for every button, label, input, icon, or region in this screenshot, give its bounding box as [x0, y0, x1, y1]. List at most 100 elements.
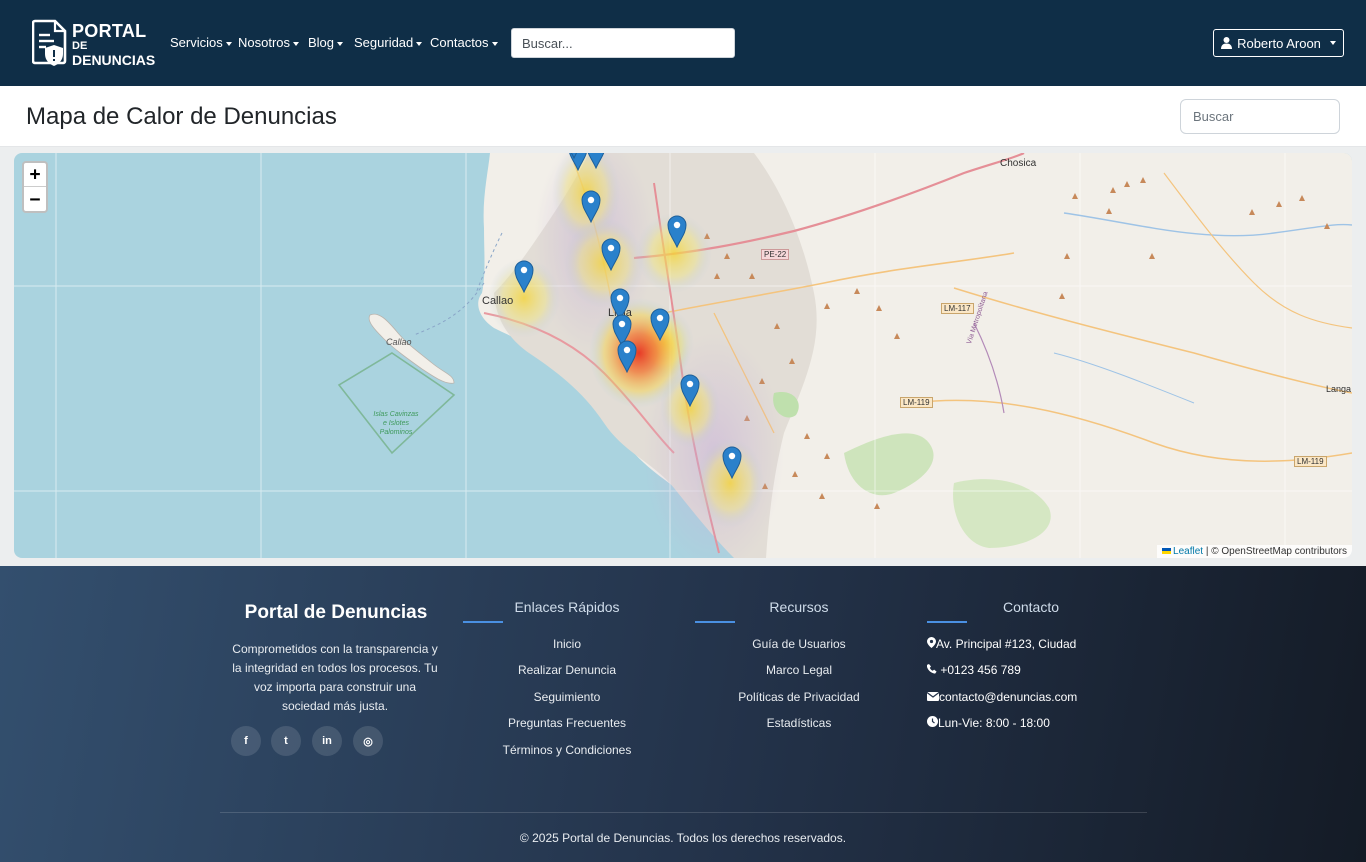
twitter-icon: t	[284, 735, 288, 747]
instagram-icon: ◎	[363, 735, 373, 748]
islands-line-3: Palominos	[379, 429, 413, 436]
page-title: Mapa de Calor de Denuncias	[26, 103, 337, 130]
phone-icon	[926, 664, 937, 674]
footer-link-seguimiento[interactable]: Seguimiento	[467, 690, 667, 704]
page-header: Mapa de Calor de Denuncias	[0, 86, 1366, 147]
divider-accent	[695, 621, 735, 623]
nav-contactos-label: Contactos	[430, 35, 489, 50]
user-menu-button[interactable]: Roberto Aroon	[1213, 29, 1344, 57]
contact-email-text: contacto@denuncias.com	[939, 690, 1078, 704]
map-pin-icon	[570, 153, 578, 160]
nav-blog[interactable]: Blog	[308, 35, 344, 50]
footer-link-estadisticas[interactable]: Estadísticas	[699, 716, 899, 730]
divider-accent	[927, 621, 967, 623]
chevron-down-icon	[293, 41, 300, 46]
route-shield-lm119: LM-119	[900, 397, 933, 408]
map-pin-icon	[601, 238, 621, 272]
map-marker[interactable]	[617, 339, 637, 374]
contact-address-text: Av. Principal #123, Ciudad	[936, 637, 1077, 651]
clock-icon	[927, 716, 938, 727]
quick-links-title: Enlaces Rápidos	[514, 599, 620, 615]
footer-link-inicio[interactable]: Inicio	[467, 637, 667, 651]
contact-address: Av. Principal #123, Ciudad	[927, 637, 1076, 651]
map-marker[interactable]	[667, 214, 687, 249]
nav-nosotros[interactable]: Nosotros	[238, 35, 300, 50]
leaflet-link[interactable]: Leaflet	[1173, 546, 1203, 557]
map-marker[interactable]	[722, 445, 742, 480]
contact-phone-text: +0123 456 789	[940, 663, 1021, 677]
top-navbar: PORTAL DE DENUNCIAS Servicios Nosotros B…	[0, 0, 1366, 86]
twitter-button[interactable]: t	[271, 726, 301, 756]
osm-attribution: | © OpenStreetMap contributors	[1205, 546, 1347, 557]
footer-brand: Portal de Denuncias	[244, 602, 428, 623]
linkedin-button[interactable]: in	[312, 726, 342, 756]
map-marker[interactable]	[514, 259, 534, 294]
contact-hours: Lun-Vie: 8:00 - 18:00	[927, 716, 1050, 730]
islands-line-2: e Islotes	[382, 420, 410, 427]
map-marker[interactable]	[601, 237, 621, 272]
footer-link-faq[interactable]: Preguntas Frecuentes	[467, 716, 667, 730]
instagram-button[interactable]: ◎	[353, 726, 383, 756]
chevron-down-icon	[225, 41, 232, 46]
logo-line-3: DENUNCIAS	[72, 52, 156, 68]
map-pin-icon	[927, 637, 936, 648]
nav-contactos[interactable]: Contactos	[430, 35, 498, 50]
map-marker[interactable]	[581, 189, 601, 224]
nav-blog-label: Blog	[308, 35, 335, 50]
portal-logo[interactable]: PORTAL DE DENUNCIAS	[31, 19, 155, 67]
footer-divider	[220, 812, 1147, 813]
map-pin-icon	[581, 190, 601, 224]
map-pin-icon	[722, 446, 742, 480]
nav-servicios[interactable]: Servicios	[170, 35, 232, 50]
map-pin-icon	[514, 260, 534, 294]
map-marker[interactable]	[680, 373, 700, 408]
contact-email: contacto@denuncias.com	[926, 690, 1078, 704]
footer-link-terminos[interactable]: Términos y Condiciones	[467, 743, 667, 757]
map-attribution: Leaflet | © OpenStreetMap contributors	[1157, 545, 1352, 558]
footer-link-guia[interactable]: Guía de Usuarios	[699, 637, 899, 651]
user-icon	[1221, 37, 1233, 49]
facebook-icon: f	[244, 735, 248, 747]
divider-accent	[463, 621, 503, 623]
map-label-callao-island: Callao	[386, 337, 412, 347]
user-name: Roberto Aroon	[1237, 35, 1321, 51]
zoom-control: + −	[22, 161, 48, 213]
map-marker[interactable]	[650, 307, 670, 342]
footer-link-realizar-denuncia[interactable]: Realizar Denuncia	[467, 663, 667, 677]
logo-line-2: DE	[72, 40, 88, 52]
chevron-down-icon	[1329, 41, 1336, 45]
ukraine-flag-icon	[1162, 548, 1172, 555]
chevron-down-icon	[416, 41, 423, 46]
zoom-in-button[interactable]: +	[24, 163, 46, 187]
map-label-chosica: Chosica	[1000, 158, 1037, 169]
contact-phone: +0123 456 789	[926, 663, 1021, 677]
map-pin-icon	[587, 153, 605, 170]
nav-nosotros-label: Nosotros	[238, 35, 291, 50]
heatmap-map[interactable]: Chosica Callao Callao Lima Langa Islas C…	[14, 153, 1352, 558]
route-shield-lm119-east: LM-119	[1294, 456, 1327, 467]
footer-link-marco-legal[interactable]: Marco Legal	[699, 663, 899, 677]
map-label-callao: Callao	[482, 295, 514, 307]
route-shield-lm117: LM-117	[941, 303, 974, 314]
map-marker[interactable]	[564, 153, 584, 160]
chevron-down-icon	[337, 41, 344, 46]
nav-seguridad-label: Seguridad	[354, 35, 414, 50]
map-pin-icon	[667, 215, 687, 249]
contact-hours-text: Lun-Vie: 8:00 - 18:00	[938, 716, 1050, 730]
route-shield-pe22: PE-22	[761, 249, 790, 260]
footer-link-privacidad[interactable]: Políticas de Privacidad	[699, 690, 899, 704]
map-pin-icon	[617, 340, 637, 374]
contact-title: Contacto	[1002, 599, 1060, 615]
navbar-search-input[interactable]	[511, 28, 735, 58]
page-search-input[interactable]	[1180, 99, 1340, 134]
map-label-islands: Islas Cavinzas e Islotes Palominos	[366, 410, 426, 437]
nav-servicios-label: Servicios	[170, 35, 223, 50]
logo-text: PORTAL DE DENUNCIAS	[72, 22, 155, 67]
logo-line-1: PORTAL	[72, 21, 147, 41]
facebook-button[interactable]: f	[231, 726, 261, 756]
nav-seguridad[interactable]: Seguridad	[354, 35, 423, 50]
zoom-out-button[interactable]: −	[24, 187, 46, 211]
copyright: © 2025 Portal de Denuncias. Todos los de…	[519, 831, 847, 845]
envelope-icon	[926, 692, 940, 701]
map-marker[interactable]	[586, 153, 606, 170]
